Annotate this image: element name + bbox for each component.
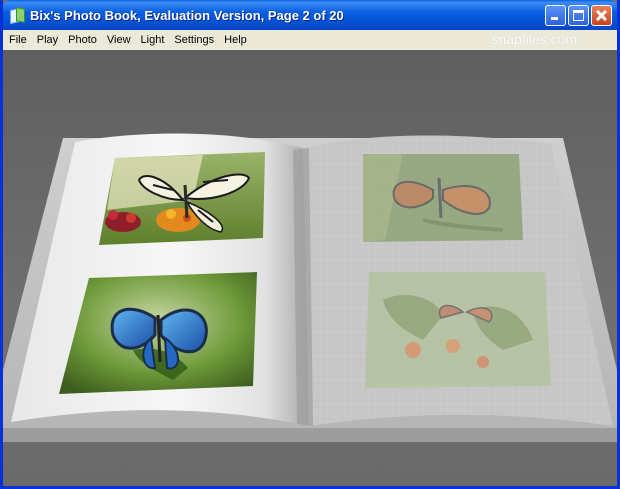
- menu-view[interactable]: View: [102, 30, 136, 50]
- menu-file[interactable]: File: [3, 30, 32, 50]
- title-bar[interactable]: Bix's Photo Book, Evaluation Version, Pa…: [3, 0, 617, 30]
- blue-morpho-butterfly-photo[interactable]: [59, 272, 257, 394]
- maximize-button[interactable]: [568, 5, 589, 26]
- menu-photo[interactable]: Photo: [63, 30, 102, 50]
- maximize-icon: [573, 10, 584, 21]
- menu-settings[interactable]: Settings: [169, 30, 219, 50]
- photo-book-icon: [9, 7, 25, 25]
- minimize-button[interactable]: [545, 5, 566, 26]
- butterfly-on-flowers-photo[interactable]: [99, 152, 265, 245]
- close-button[interactable]: [591, 5, 612, 26]
- menu-play[interactable]: Play: [32, 30, 63, 50]
- butterfly-on-orange-flowers-photo[interactable]: [365, 272, 551, 388]
- close-icon: [592, 6, 611, 25]
- window-controls: [545, 5, 612, 26]
- book-viewport[interactable]: [3, 50, 617, 486]
- window-title: Bix's Photo Book, Evaluation Version, Pa…: [30, 7, 344, 23]
- orange-butterfly-on-leaf-photo[interactable]: [363, 154, 523, 242]
- menu-help[interactable]: Help: [219, 30, 252, 50]
- watermark: snapfiles.com: [491, 31, 577, 47]
- book-cover-edge: [3, 428, 617, 442]
- app-window: Bix's Photo Book, Evaluation Version, Pa…: [0, 0, 620, 489]
- photo-book-scene[interactable]: [3, 50, 617, 486]
- menu-light[interactable]: Light: [136, 30, 170, 50]
- minimize-icon: [551, 17, 558, 20]
